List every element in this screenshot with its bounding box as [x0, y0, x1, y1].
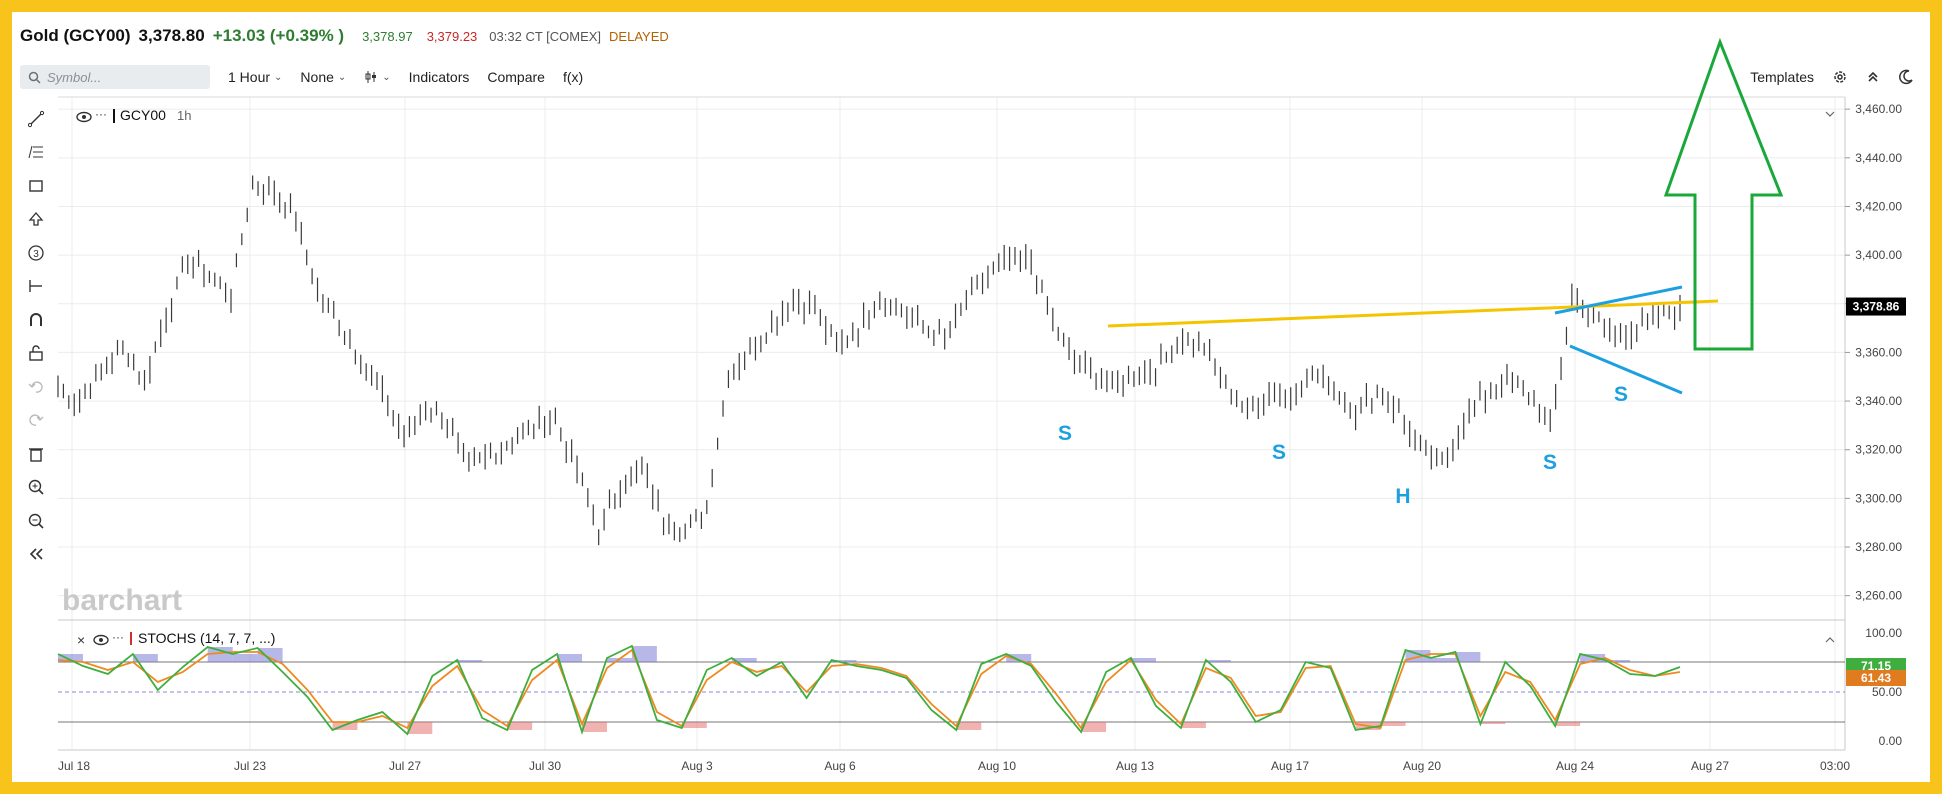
price-tick-label: 3,460.00 [1855, 102, 1902, 116]
stoch-oversold-fill [1380, 722, 1406, 726]
time-tick-label: Aug 24 [1556, 759, 1594, 773]
legend-chevron-down-icon[interactable] [1825, 111, 1835, 117]
price-tick-label: 3,300.00 [1855, 491, 1902, 505]
chart-grid [58, 97, 1845, 750]
stoch-oversold-fill [1480, 722, 1506, 724]
stoch-oversold-fill [1555, 722, 1581, 726]
stoch-more-icon[interactable]: ··· [112, 630, 124, 644]
stoch-legend-label: STOCHS (14, 7, 7, ...) [138, 630, 275, 646]
price-tick-label: 3,320.00 [1855, 443, 1902, 457]
price-tick-label: 3,400.00 [1855, 248, 1902, 262]
stoch-d-label: 61.43 [1861, 671, 1891, 685]
pattern-label: S [1614, 383, 1628, 406]
stoch-oversold-fill [681, 722, 707, 728]
stoch-legend: × ··· STOCHS (14, 7, 7, ...) [77, 630, 1835, 648]
time-tick-label: Aug 10 [978, 759, 1016, 773]
time-tick-label: Jul 30 [529, 759, 561, 773]
stoch-chevron-up-icon[interactable] [1825, 637, 1835, 643]
annotations: S S H S S [1058, 37, 1784, 508]
price-tick-label: 3,280.00 [1855, 540, 1902, 554]
time-tick-label: Jul 23 [234, 759, 266, 773]
time-tick-label: 03:00 [1820, 759, 1850, 773]
legend-color-bar [113, 109, 115, 123]
stoch-axis: 100.0050.000.0071.1561.43 [1846, 626, 1906, 748]
time-tick-label: Aug 6 [824, 759, 856, 773]
stoch-tick-label: 0.00 [1879, 734, 1903, 748]
neckline-trendline [1107, 299, 1719, 328]
pattern-label: H [1395, 485, 1410, 508]
stoch-overbought-fill [1430, 658, 1456, 662]
stoch-tick-label: 50.00 [1872, 685, 1902, 699]
stoch-color-bar [130, 632, 132, 645]
legend-interval: 1h [177, 108, 191, 123]
price-tick-label: 3,420.00 [1855, 199, 1902, 213]
time-axis: Jul 18 Jul 23 Jul 27 Jul 30 Aug 3 Aug 6 Aug 10… [58, 759, 1850, 773]
current-price-label: 3,378.86 [1853, 300, 1900, 314]
stoch-overbought-fill [1205, 660, 1231, 662]
pattern-label: S [1058, 422, 1072, 445]
time-tick-label: Aug 20 [1403, 759, 1441, 773]
stoch-series [57, 644, 1681, 736]
price-axis: 3,460.003,440.003,420.003,400.003,380.00… [1845, 102, 1906, 603]
pattern-label: S [1543, 451, 1557, 474]
time-tick-label: Aug 13 [1116, 759, 1154, 773]
time-tick-label: Jul 27 [389, 759, 421, 773]
stoch-overbought-fill [232, 654, 258, 662]
barchart-watermark: barchart [62, 584, 182, 617]
legend-symbol: GCY00 [120, 107, 166, 123]
price-series [57, 175, 1681, 546]
eye-icon[interactable] [76, 111, 92, 123]
price-tick-label: 3,360.00 [1855, 345, 1902, 359]
stoch-overbought-fill [1131, 658, 1156, 662]
stoch-oversold-fill [956, 722, 982, 730]
chart-svg[interactable]: 3,460.003,440.003,420.003,400.003,380.00… [0, 0, 1942, 794]
wedge-upper-line [1554, 285, 1683, 315]
time-tick-label: Aug 27 [1691, 759, 1729, 773]
price-tick-label: 3,260.00 [1855, 589, 1902, 603]
stoch-tick-label: 100.00 [1865, 626, 1902, 640]
stoch-overbought-fill [457, 660, 483, 662]
eye-icon[interactable] [93, 634, 109, 646]
price-tick-label: 3,340.00 [1855, 394, 1902, 408]
time-tick-label: Aug 17 [1271, 759, 1309, 773]
legend-more-icon[interactable]: ··· [95, 107, 107, 121]
pattern-label: S [1272, 441, 1286, 464]
stoch-oversold-fill [1180, 722, 1206, 728]
stoch-overbought-fill [557, 654, 583, 662]
close-icon[interactable]: × [77, 632, 85, 648]
time-tick-label: Aug 3 [681, 759, 713, 773]
time-tick-label: Jul 18 [58, 759, 90, 773]
price-tick-label: 3,440.00 [1855, 151, 1902, 165]
